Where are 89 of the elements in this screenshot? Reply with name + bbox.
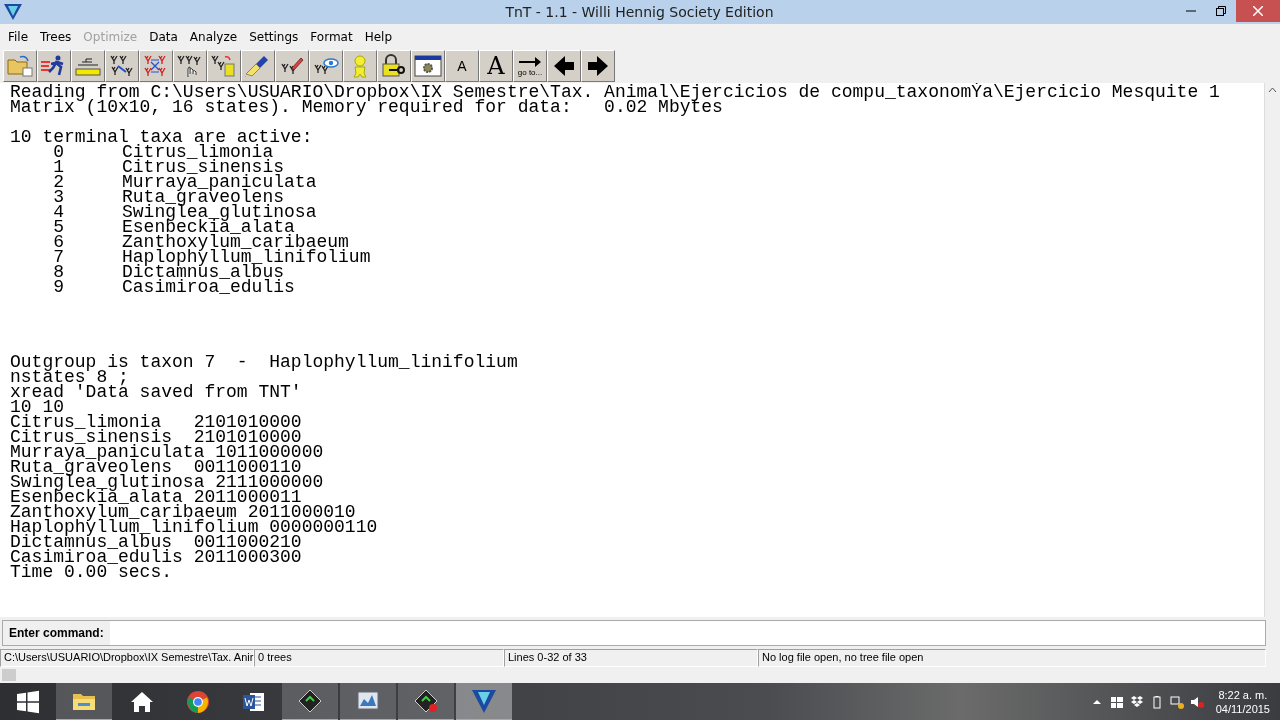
menu-item[interactable]: Trees: [34, 27, 78, 47]
back-button[interactable]: [547, 50, 581, 82]
network-icon: [1169, 695, 1184, 709]
minimize-icon: [1186, 10, 1196, 12]
output-line: Dictamnus_albus 0011000210: [10, 535, 302, 550]
restore-icon: [1216, 6, 1226, 16]
toolbar-button[interactable]: [377, 50, 411, 82]
status-pane: C:\Users\USUARIO\Dropbox\IX Semestre\Tax. Anir: [0, 649, 254, 667]
taxon-name: Citrus_limonia: [122, 145, 274, 160]
output-line: Haplophyllum_linifolium 0000000110: [10, 520, 378, 535]
toolbar-button[interactable]: [411, 50, 445, 82]
taskbar-app[interactable]: [56, 683, 112, 720]
output-line: xread 'Data saved from TNT': [10, 385, 302, 400]
menu-item[interactable]: File: [2, 27, 35, 47]
taxon-name: Dictamnus_albus: [122, 265, 285, 280]
menu-item[interactable]: Settings: [243, 27, 305, 47]
taxon-name: Murraya_paniculata: [122, 175, 317, 190]
small-font-button[interactable]: A: [445, 50, 479, 82]
menu-item[interactable]: Format: [304, 27, 359, 47]
taxon-name: Citrus_sinensis: [122, 160, 285, 175]
output-line: Citrus_limonia 2101010000: [10, 415, 302, 430]
output-line: Esenbeckia_alata 2011000011: [10, 490, 302, 505]
output-line: Zanthoxylum_caribaeum 2011000010: [10, 505, 356, 520]
toolbar-button[interactable]: [275, 50, 309, 82]
output-line: nstates 8 ;: [10, 370, 129, 385]
status-pane: No log file open, no tree file open: [758, 649, 1266, 667]
status-pane: 0 trees: [254, 649, 504, 667]
toolbar-button[interactable]: [309, 50, 343, 82]
output-line: Murraya_paniculata 1011000000: [10, 445, 324, 460]
output-line: Time 0.00 secs.: [10, 565, 173, 580]
taskbar-app[interactable]: [398, 683, 454, 720]
forward-button[interactable]: [581, 50, 615, 82]
clock-date: 04/11/2015: [1215, 702, 1270, 716]
toolbar-button[interactable]: [173, 50, 207, 82]
large-font-button[interactable]: A: [479, 50, 513, 82]
output-line: Casimiroa_edulis 2011000300: [10, 550, 302, 565]
close-icon: [1253, 6, 1263, 16]
right-arrow-icon: [518, 55, 542, 69]
diamond-icon: [296, 687, 324, 715]
command-label: Enter command:: [3, 621, 110, 645]
toolbar-button[interactable]: [207, 50, 241, 82]
speaker-muted-icon: [1189, 695, 1204, 709]
taxon-number: 0: [52, 145, 65, 160]
tree-trash-icon: [210, 54, 238, 78]
window-gear-icon: [414, 54, 442, 78]
clock-time: 8:22 a. m.: [1218, 688, 1268, 702]
output-line: Citrus_sinensis 2101010000: [10, 430, 302, 445]
taxon-number: 1: [52, 160, 65, 175]
taxon-number: 6: [52, 235, 65, 250]
menu-item[interactable]: Data: [143, 27, 184, 47]
diamond-icon: [412, 687, 440, 715]
taxon-number: 9: [52, 280, 65, 295]
app-logo-icon: [470, 687, 498, 715]
taxon-name: Zanthoxylum_caribaeum: [122, 235, 349, 250]
toolbar-button[interactable]: [105, 50, 139, 82]
status-pane: Lines 0-32 of 33: [504, 649, 758, 667]
output-line: Ruta_graveolens 0011000110: [10, 460, 302, 475]
taxon-name: Casimiroa_edulis: [122, 280, 295, 295]
flag-icon: [1109, 695, 1124, 709]
output-line: Matrix (10x10, 16 states). Memory required for data: 0.02 Mbytes: [10, 100, 723, 115]
output-line: 10 terminal taxa are active:: [10, 130, 313, 145]
box-icon: [1129, 695, 1144, 709]
taxon-number: 3: [52, 190, 65, 205]
taxon-number: 2: [52, 175, 65, 190]
taxon-number: 5: [52, 220, 65, 235]
taxon-number: 8: [52, 265, 65, 280]
taxon-name: Swinglea_glutinosa: [122, 205, 317, 220]
taxon-name: Ruta_graveolens: [122, 190, 285, 205]
menu-item[interactable]: Help: [358, 27, 398, 47]
taxon-name: Esenbeckia_alata: [122, 220, 295, 235]
taxon-number: 7: [52, 250, 65, 265]
toolbar-button[interactable]: [241, 50, 275, 82]
output-line: Outgroup is taxon 7 - Haplophyllum_linifolium: [10, 355, 518, 370]
output-line: 10 10: [10, 400, 64, 415]
taskbar-app[interactable]: [282, 683, 338, 720]
taxon-number: 4: [52, 205, 65, 220]
output-line: Swinglea_glutinosa 2111000000: [10, 475, 324, 490]
browser-icon: [184, 688, 212, 716]
taxon-name: Haplophyllum_linifolium: [122, 250, 371, 265]
close-button[interactable]: [1236, 0, 1280, 22]
windows-icon: [14, 688, 42, 716]
goto-button[interactable]: go to...: [513, 50, 547, 82]
menu-item[interactable]: Analyze: [183, 27, 244, 47]
command-field[interactable]: Enter command:: [2, 620, 1266, 646]
toolbar-button[interactable]: [37, 50, 71, 82]
window-title: TnT - 1.1 - Willi Hennig Society Edition: [504, 4, 775, 20]
app-logo-icon: [3, 3, 23, 21]
folder-icon: [6, 54, 34, 78]
lock-key-icon: [380, 54, 408, 78]
